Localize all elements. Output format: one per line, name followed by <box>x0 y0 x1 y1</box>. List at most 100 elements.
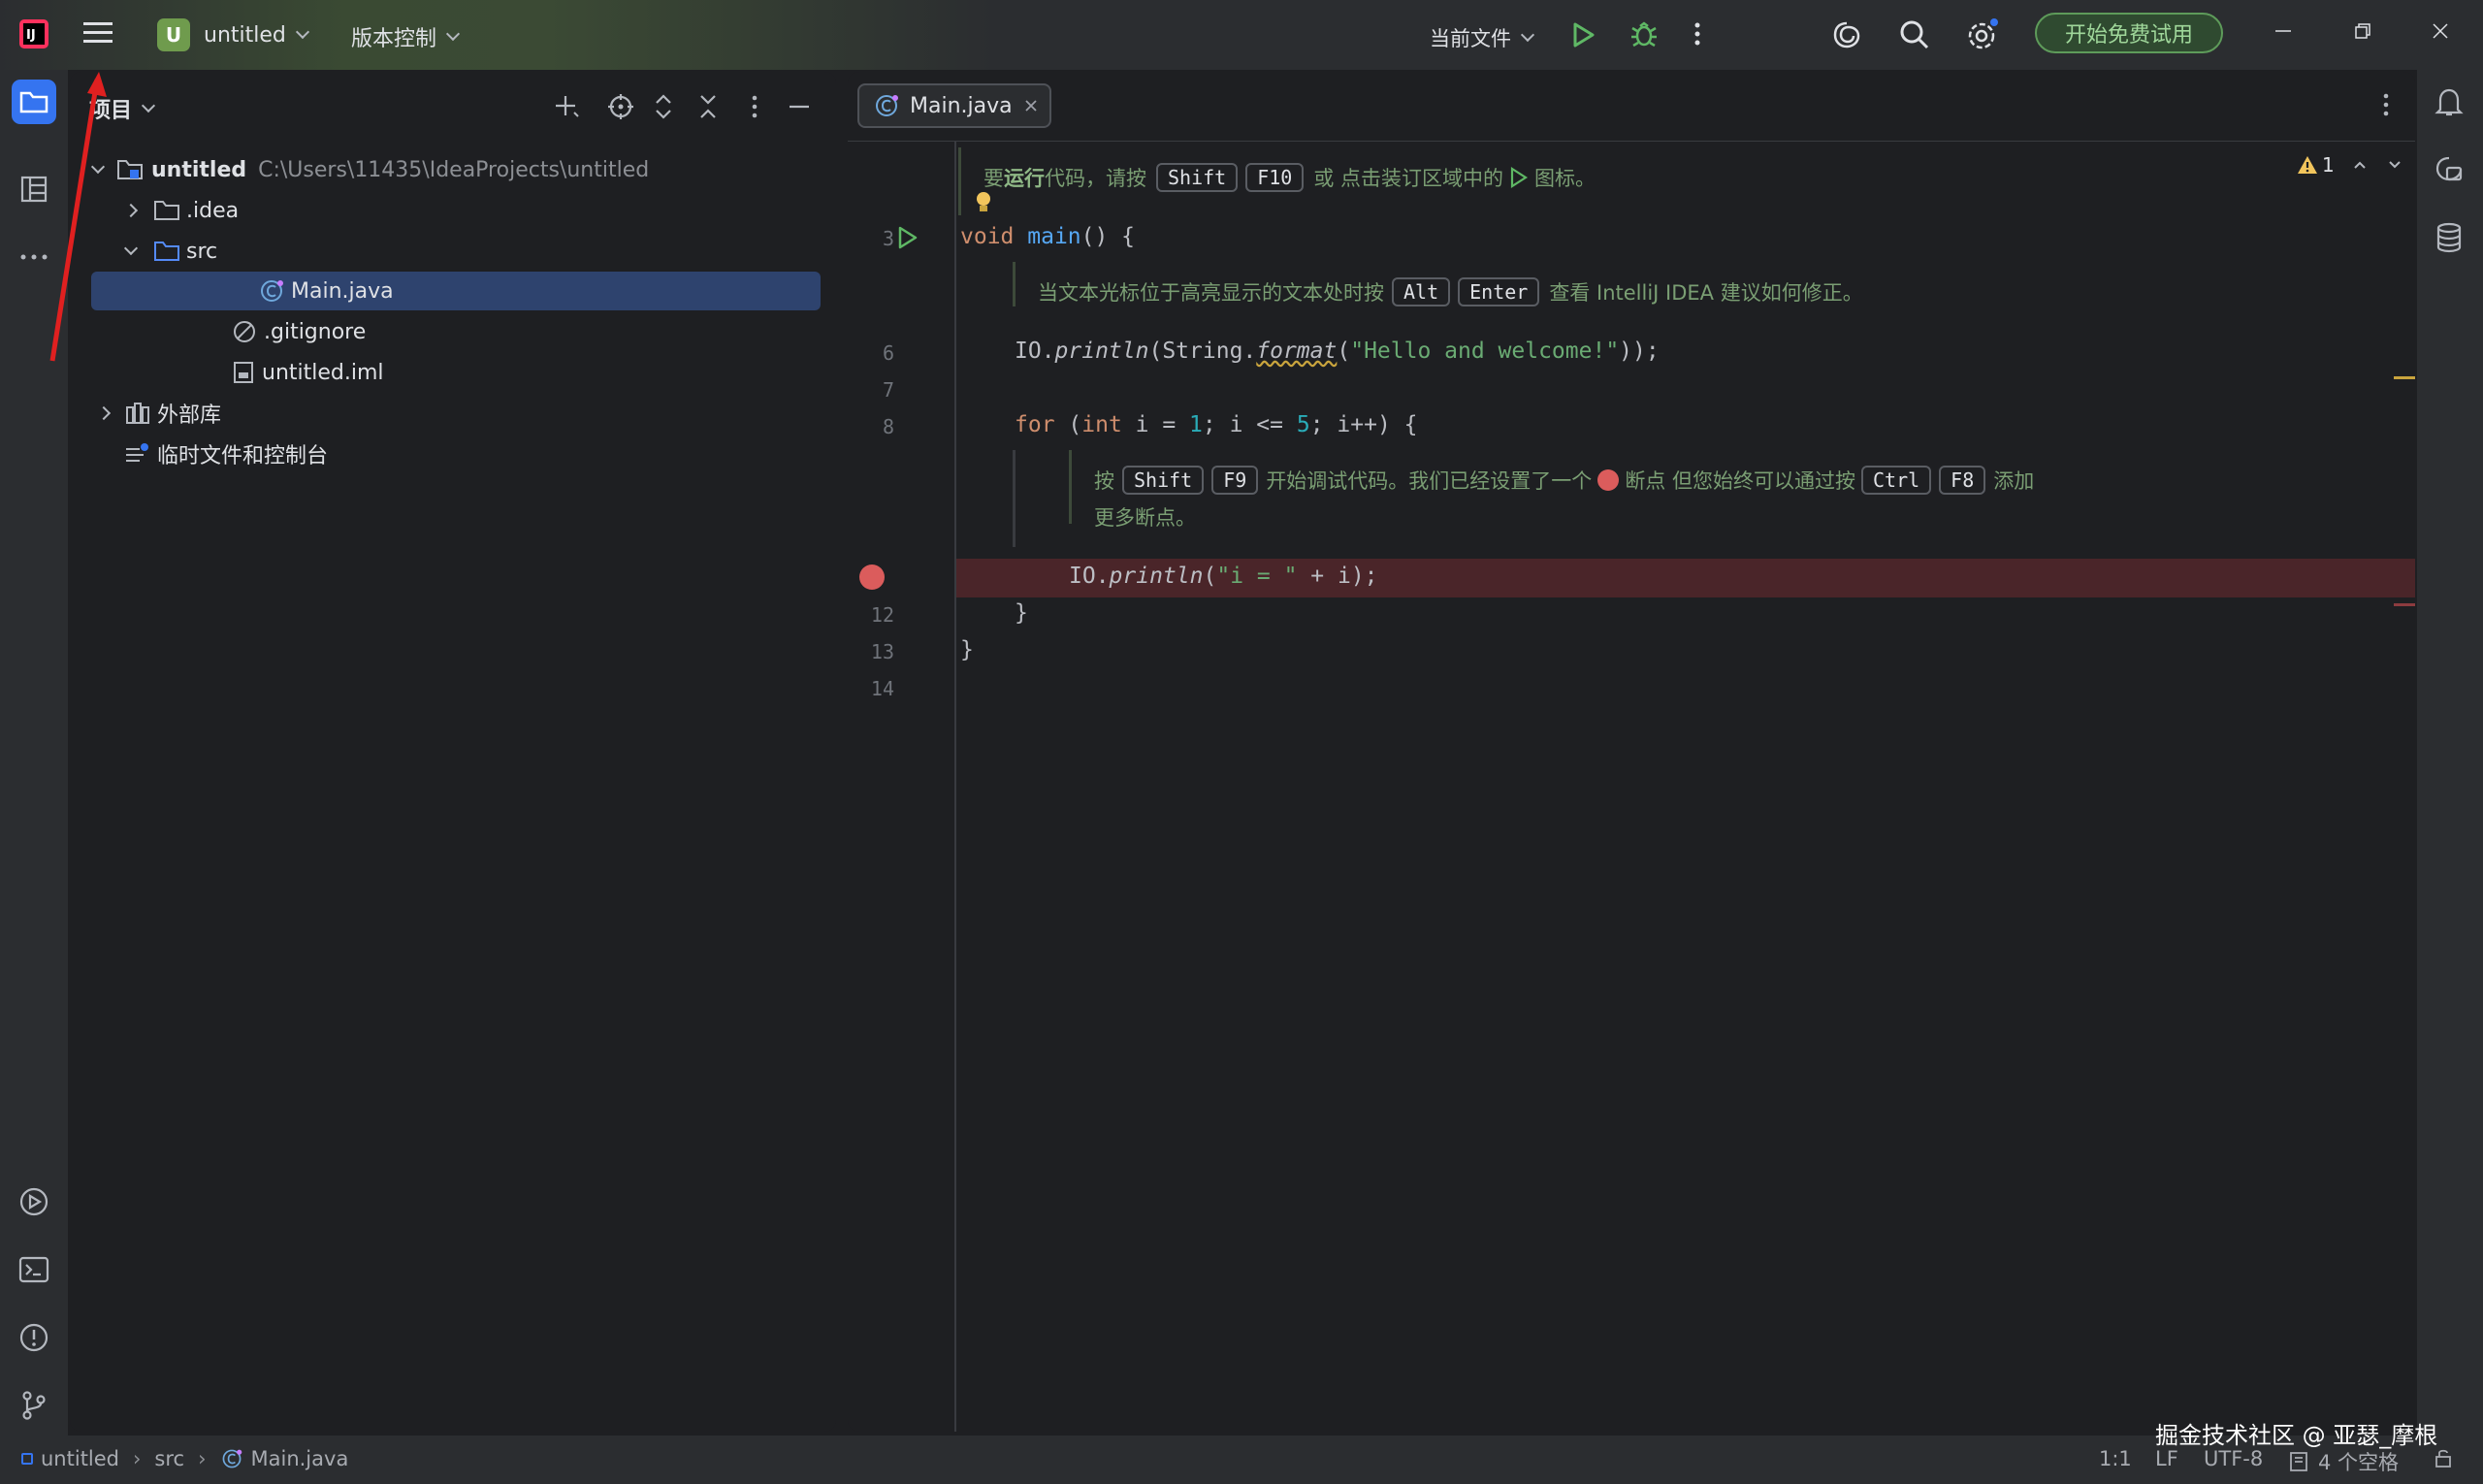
lightbulb-icon[interactable] <box>974 190 993 215</box>
code-token: IO. <box>1015 339 1055 364</box>
hint-text: 更多断点。 <box>1094 506 1196 530</box>
breadcrumb-item[interactable]: untitled <box>41 1447 119 1470</box>
tree-item-scratches[interactable]: 临时文件和控制台 <box>124 435 328 473</box>
kbd-shift: Shift <box>1156 163 1239 192</box>
chevron-up-icon[interactable] <box>2352 159 2368 171</box>
new-file-icon[interactable] <box>553 93 580 120</box>
code-token: ( <box>1337 339 1351 364</box>
hint-text: 查看 IntelliJ IDEA 建议如何修正。 <box>1549 281 1863 305</box>
run-main-gutter-icon[interactable] <box>896 225 919 250</box>
more-actions-icon[interactable] <box>1693 19 1701 48</box>
minimize-icon[interactable] <box>2273 19 2293 39</box>
java-class-icon <box>876 95 898 116</box>
tree-item-src[interactable]: src <box>123 232 217 271</box>
panel-options-icon[interactable] <box>751 93 758 120</box>
tab-main-java[interactable]: Main.java <box>857 83 1051 128</box>
breadcrumb-item[interactable]: src <box>154 1447 184 1470</box>
breakpoint-icon[interactable] <box>859 565 885 590</box>
tree-item-untitled-iml[interactable]: untitled.iml <box>159 353 384 392</box>
hint-text: 断点 但您始终可以通过按 <box>1625 469 1855 493</box>
scratches-console-icon <box>126 443 148 462</box>
breadcrumb-item[interactable]: Main.java <box>251 1447 349 1470</box>
tree-item-untitled[interactable]: untitled C:\Users\11435\IdeaProjects\unt… <box>90 150 650 189</box>
code-line-3[interactable]: void main() { <box>960 224 1135 249</box>
indent-guide <box>1013 450 1016 547</box>
editor-options-icon[interactable] <box>2382 91 2390 118</box>
project-switcher[interactable]: U untitled <box>157 18 309 51</box>
database-icon[interactable] <box>2427 215 2471 260</box>
chevron-down-icon <box>1520 27 1535 43</box>
indent-label: 4 个空格 <box>2318 1451 2400 1474</box>
read-only-lock-icon[interactable] <box>2433 1447 2454 1468</box>
vcs-menu[interactable]: 版本控制 <box>351 21 461 52</box>
settings-gear-icon[interactable] <box>1965 17 2000 52</box>
git-branch-icon[interactable] <box>12 1383 56 1428</box>
services-run-icon[interactable] <box>12 1179 56 1224</box>
kbd-ctrl: Ctrl <box>1861 466 1932 495</box>
code-line-8[interactable]: for (int i = 1; i <= 5; i++) { <box>1015 412 1417 437</box>
line-number: 12 <box>870 603 894 627</box>
code-token: ( <box>1054 412 1082 437</box>
indent-setting[interactable]: 4 个空格 <box>2289 1447 2399 1476</box>
notifications-bell-icon[interactable] <box>2427 80 2471 124</box>
breadcrumb: untitled › src › Main.java <box>21 1447 348 1470</box>
code-line-13[interactable]: } <box>960 637 974 662</box>
terminal-icon[interactable] <box>12 1247 56 1292</box>
project-path: C:\Users\11435\IdeaProjects\untitled <box>258 157 650 182</box>
file-encoding[interactable]: UTF-8 <box>2204 1447 2263 1470</box>
ai-chat-icon[interactable] <box>2427 147 2471 192</box>
code-token: (String. <box>1148 339 1257 364</box>
collapse-all-icon[interactable] <box>696 93 720 120</box>
watermark: 掘金技术社区 @ 亚瑟_摩根 <box>2155 1422 2438 1449</box>
locate-file-icon[interactable] <box>607 93 634 120</box>
chevron-down-icon[interactable] <box>2387 159 2402 171</box>
problems-icon[interactable] <box>12 1315 56 1360</box>
folder-icon <box>154 201 179 220</box>
code-token: 1 <box>1189 412 1203 437</box>
code-line-6[interactable]: IO.println(String.format("Hello and welc… <box>1015 339 1660 364</box>
scrollbar-breakpoint-mark[interactable] <box>2394 603 2415 606</box>
scrollbar-warning-mark[interactable] <box>2394 376 2415 379</box>
run-config-selector[interactable]: 当前文件 <box>1430 23 1535 52</box>
start-free-trial-button[interactable]: 开始免费试用 <box>2035 13 2223 53</box>
tree-item-gitignore[interactable]: .gitignore <box>159 312 366 351</box>
expand-all-icon[interactable] <box>652 93 675 120</box>
tree-item-external-libraries[interactable]: 外部库 <box>96 394 221 433</box>
hint-text: 要 <box>984 167 1004 190</box>
close-window-icon[interactable] <box>2431 21 2450 41</box>
debug-button[interactable] <box>1629 19 1659 48</box>
vcs-label: 版本控制 <box>351 27 437 51</box>
gutter-divider <box>954 142 956 1432</box>
chevron-down-icon <box>141 98 156 113</box>
tree-item-idea[interactable]: .idea <box>123 191 239 230</box>
chevron-right-icon <box>96 405 112 421</box>
warnings-count: 1 <box>2322 153 2335 177</box>
tree-item-label: untitled.iml <box>262 360 384 385</box>
tree-item-main-java[interactable]: Main.java <box>91 272 821 310</box>
code-token: void <box>960 224 1015 249</box>
caret-position[interactable]: 1:1 <box>2099 1447 2132 1470</box>
code-line-11[interactable]: IO.println("i = " + i); <box>1069 564 1378 589</box>
run-button[interactable] <box>1571 21 1596 48</box>
inspection-widget[interactable]: 1 <box>2297 153 2402 177</box>
kbd-shift: Shift <box>1122 466 1205 495</box>
hide-panel-icon[interactable] <box>788 93 811 120</box>
code-line-12[interactable]: } <box>1015 600 1028 626</box>
ai-assistant-icon[interactable] <box>1831 19 1862 50</box>
code-token: + i); <box>1297 564 1378 589</box>
kbd-f9: F9 <box>1211 466 1259 495</box>
close-tab-icon[interactable] <box>1024 99 1038 113</box>
kbd-f10: F10 <box>1245 163 1305 192</box>
svg-text:IJ: IJ <box>26 28 36 43</box>
line-separator[interactable]: LF <box>2155 1447 2178 1470</box>
main-menu-icon[interactable] <box>83 19 114 47</box>
kbd-enter: Enter <box>1458 277 1540 306</box>
project-panel-header: 项目 <box>70 72 836 140</box>
java-class-icon <box>261 280 283 302</box>
search-icon[interactable] <box>1899 19 1930 50</box>
restore-icon[interactable] <box>2353 21 2372 41</box>
tree-item-label: untitled <box>151 157 247 182</box>
breadcrumb-separator: › <box>198 1447 207 1470</box>
chevron-down-icon <box>295 24 309 40</box>
kbd-alt: Alt <box>1392 277 1451 306</box>
